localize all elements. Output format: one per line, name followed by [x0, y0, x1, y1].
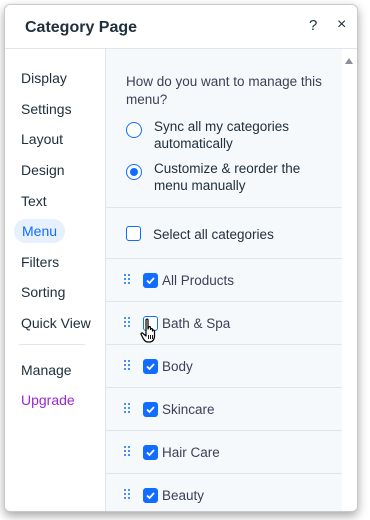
category-page-panel: Category Page ? × Display Settings Layou… — [4, 4, 358, 512]
sidebar-divider — [19, 344, 85, 345]
category-row: All Products — [106, 258, 342, 302]
select-all-categories[interactable]: Select all categories — [126, 226, 326, 246]
sidebar-item-layout[interactable]: Layout — [21, 131, 63, 147]
sidebar-item-manage[interactable]: Manage — [21, 362, 72, 378]
scroll-up-arrow-icon[interactable] — [345, 58, 353, 64]
menu-settings-content: How do you want to manage this menu? Syn… — [106, 49, 342, 511]
sidebar-item-menu[interactable]: Menu — [14, 219, 66, 243]
settings-sidebar: Display Settings Layout Design Text Menu… — [5, 49, 106, 511]
category-label: Body — [162, 359, 193, 374]
sidebar-item-settings[interactable]: Settings — [21, 101, 72, 117]
category-row: Beauty — [106, 473, 342, 511]
category-row: Hair Care — [106, 430, 342, 474]
drag-handle-icon[interactable] — [124, 274, 134, 286]
category-checkbox[interactable] — [143, 273, 158, 288]
manage-menu-question: How do you want to manage this menu? — [126, 74, 322, 107]
customize-menu-radio[interactable] — [126, 164, 142, 180]
sidebar-item-text[interactable]: Text — [21, 193, 47, 209]
select-all-label: Select all categories — [153, 227, 274, 242]
sync-categories-label: Sync all my categories automatically — [154, 119, 290, 151]
sidebar-item-display[interactable]: Display — [21, 70, 67, 86]
category-label: Bath & Spa — [162, 316, 231, 331]
sync-categories-option[interactable]: Sync all my categories automatically — [126, 118, 336, 154]
category-checkbox[interactable] — [143, 316, 158, 331]
sync-categories-radio[interactable] — [126, 122, 142, 138]
category-checkbox[interactable] — [143, 445, 158, 460]
options-divider — [106, 207, 342, 208]
select-all-checkbox[interactable] — [126, 226, 141, 241]
category-label: Beauty — [162, 488, 205, 503]
drag-handle-icon[interactable] — [124, 317, 134, 329]
category-label: Hair Care — [162, 445, 220, 460]
close-icon[interactable]: × — [337, 16, 346, 34]
panel-title: Category Page — [25, 19, 138, 36]
category-row: Body — [106, 344, 342, 388]
drag-handle-icon[interactable] — [124, 489, 134, 501]
drag-handle-icon[interactable] — [124, 446, 134, 458]
category-label: All Products — [162, 273, 235, 288]
category-label: Skincare — [162, 402, 215, 417]
category-checkbox[interactable] — [143, 488, 158, 503]
scrollbar[interactable] — [342, 49, 357, 511]
sidebar-item-quick-view[interactable]: Quick View — [21, 315, 91, 331]
category-row: Skincare — [106, 387, 342, 431]
panel-header: Category Page ? × — [5, 5, 357, 49]
sidebar-item-sorting[interactable]: Sorting — [21, 284, 65, 300]
category-row: Bath & Spa — [106, 301, 342, 345]
customize-menu-label: Customize & reorder the menu manually — [154, 161, 301, 193]
drag-handle-icon[interactable] — [124, 403, 134, 415]
help-icon[interactable]: ? — [309, 17, 317, 34]
customize-menu-option[interactable]: Customize & reorder the menu manually — [126, 160, 336, 196]
drag-handle-icon[interactable] — [124, 360, 134, 372]
category-checkbox[interactable] — [143, 359, 158, 374]
sidebar-item-upgrade[interactable]: Upgrade — [21, 392, 75, 408]
sidebar-item-filters[interactable]: Filters — [21, 254, 59, 270]
sidebar-item-design[interactable]: Design — [21, 162, 65, 178]
category-checkbox[interactable] — [143, 402, 158, 417]
